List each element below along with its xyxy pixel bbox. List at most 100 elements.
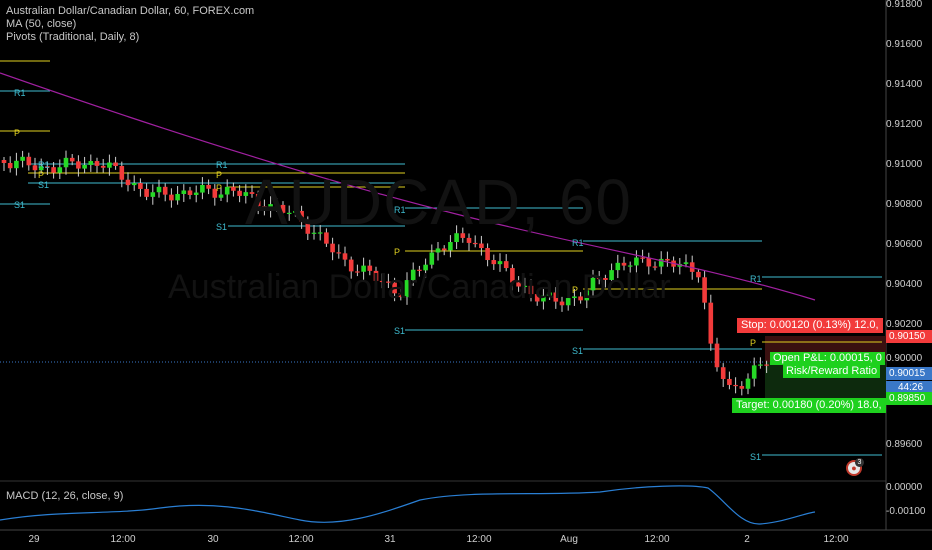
price-tick: 0.91400	[886, 79, 923, 90]
pivot-label-r1: R1	[572, 238, 584, 248]
candle-body	[76, 161, 81, 169]
candle-body	[485, 248, 490, 261]
candle-body	[20, 156, 25, 161]
candle-body	[138, 183, 143, 189]
candle-body	[169, 194, 174, 201]
candle-body	[187, 190, 193, 195]
candle-body	[162, 186, 168, 195]
price-tick: 0.91000	[886, 159, 923, 170]
candle-body	[224, 186, 230, 195]
candle-body	[503, 261, 509, 269]
candle-body	[156, 186, 162, 193]
candle-body	[342, 253, 348, 260]
candle-body	[94, 161, 100, 166]
time-label: 30	[207, 534, 219, 545]
candle-body	[26, 156, 32, 166]
risk-reward-label[interactable]: Risk/Reward Ratio	[783, 365, 881, 378]
candle-body	[57, 167, 63, 173]
candle-body	[88, 161, 94, 165]
pivot-lines	[0, 60, 882, 456]
candle-body	[150, 192, 156, 197]
candle-body	[497, 261, 503, 265]
pivot-label-p: P	[750, 338, 757, 348]
pivot-label-s1: S1	[394, 326, 406, 336]
price-tick: 0.90400	[886, 279, 923, 290]
pivot-label-r1: R1	[14, 88, 26, 98]
time-label: 12:00	[823, 534, 849, 545]
candle-body	[758, 364, 763, 366]
candle-body	[640, 257, 645, 259]
candle-body	[745, 378, 751, 389]
take-profit-label[interactable]: Target: 0.00180 (0.20%) 18.0,	[732, 398, 886, 413]
pivot-label-r1: R1	[216, 160, 228, 170]
alert-count-badge: 3	[855, 458, 864, 467]
time-label: 12:00	[644, 534, 670, 545]
candle-body	[472, 242, 478, 245]
candle-body	[82, 164, 87, 169]
candle-body	[175, 193, 180, 201]
chart-legend: Australian Dollar/Canadian Dollar, 60, F…	[6, 5, 254, 44]
candle-body	[181, 190, 187, 194]
candle-body	[714, 343, 720, 368]
candle-body	[720, 367, 726, 379]
candle-body	[51, 167, 56, 173]
candle-body	[727, 378, 732, 385]
pivots-indicator-label[interactable]: Pivots (Traditional, Daily, 8)	[6, 31, 254, 44]
current-price-tag: 0.90015	[886, 367, 932, 380]
candle-body	[125, 179, 131, 186]
macd-indicator-label[interactable]: MACD (12, 26, close, 9)	[6, 490, 123, 502]
pivot-label-s1: S1	[14, 200, 26, 210]
pivot-label-s1: S1	[38, 180, 50, 190]
candle-body	[1, 160, 7, 163]
candle-body	[100, 165, 106, 168]
time-label: Aug	[560, 534, 578, 545]
macd-tick: 0.00000	[886, 482, 923, 493]
time-label: 12:00	[466, 534, 492, 545]
candle-body	[63, 157, 69, 168]
price-tick: 0.89600	[886, 439, 923, 450]
candle-body	[14, 160, 19, 169]
candle-body	[107, 162, 112, 168]
target-price-tag: 0.89850	[886, 392, 932, 405]
candle-body	[336, 252, 342, 254]
price-tick: 0.91600	[886, 39, 923, 50]
ma-indicator-label[interactable]: MA (50, close)	[6, 18, 254, 31]
time-label: 12:00	[288, 534, 314, 545]
stop-loss-label[interactable]: Stop: 0.00120 (0.13%) 12.0,	[737, 318, 883, 333]
candle-body	[7, 163, 13, 169]
candle-body	[330, 243, 335, 253]
candle-body	[491, 260, 497, 265]
time-label: 2	[744, 534, 750, 545]
open-pnl-label[interactable]: Open P&L: 0.00015, 0	[770, 352, 885, 365]
time-label: 12:00	[110, 534, 136, 545]
pivot-label-r1: R1	[750, 274, 762, 284]
pivot-label-s1: S1	[572, 346, 584, 356]
symbol-title[interactable]: Australian Dollar/Canadian Dollar, 60, F…	[6, 5, 254, 18]
candle-body	[69, 157, 75, 162]
pivot-label-p: P	[216, 170, 223, 180]
stop-price-tag: 0.90150	[886, 330, 932, 343]
pivot-label-s1: S1	[216, 222, 228, 232]
macd-tick: -0.00100	[886, 506, 926, 517]
time-label: 29	[28, 534, 40, 545]
candle-body	[206, 184, 211, 189]
pivot-label-p: P	[38, 170, 45, 180]
price-tick: 0.90600	[886, 239, 923, 250]
candle-body	[231, 186, 236, 191]
pivot-label-p: P	[216, 183, 223, 193]
candle-body	[702, 277, 707, 303]
candle-body	[646, 257, 652, 267]
candle-body	[218, 194, 224, 198]
candle-body	[708, 302, 714, 344]
candle-body	[627, 265, 633, 267]
candle-body	[237, 190, 242, 196]
pivot-label-p: P	[572, 285, 579, 295]
candle-body	[131, 183, 137, 186]
candle-body	[683, 262, 689, 264]
symbol-watermark: AUDCAD, 60	[245, 166, 632, 238]
time-label: 31	[384, 534, 396, 545]
candle-body	[441, 248, 447, 251]
candle-body	[32, 165, 38, 171]
pivot-label-p: P	[394, 247, 401, 257]
symbol-name-watermark: Australian Dollar/Canadian Dollar	[168, 268, 671, 306]
